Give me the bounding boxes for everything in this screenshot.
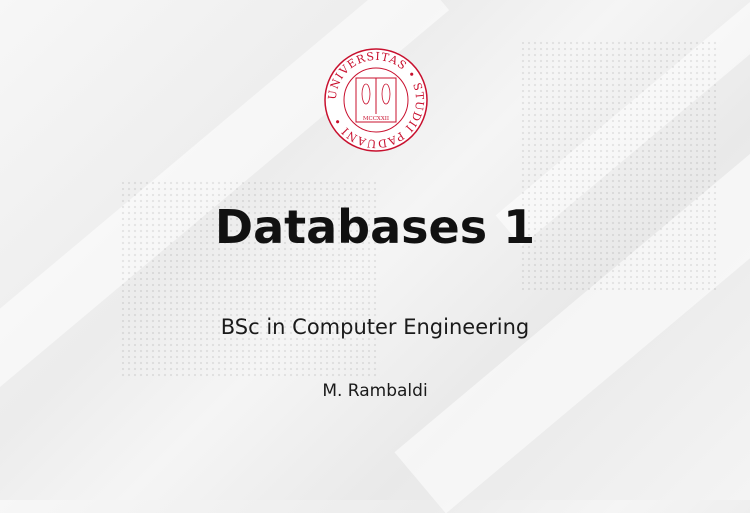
- slide-subtitle: BSc in Computer Engineering: [220, 315, 530, 339]
- author-name: M. Rambaldi: [322, 381, 428, 401]
- university-seal-logo: UNIVERSITAS • STUDII PADUANI • MCCXXII: [324, 48, 428, 152]
- svg-text:MCCXXII: MCCXXII: [363, 116, 389, 122]
- slide-title: Databases 1: [214, 200, 536, 254]
